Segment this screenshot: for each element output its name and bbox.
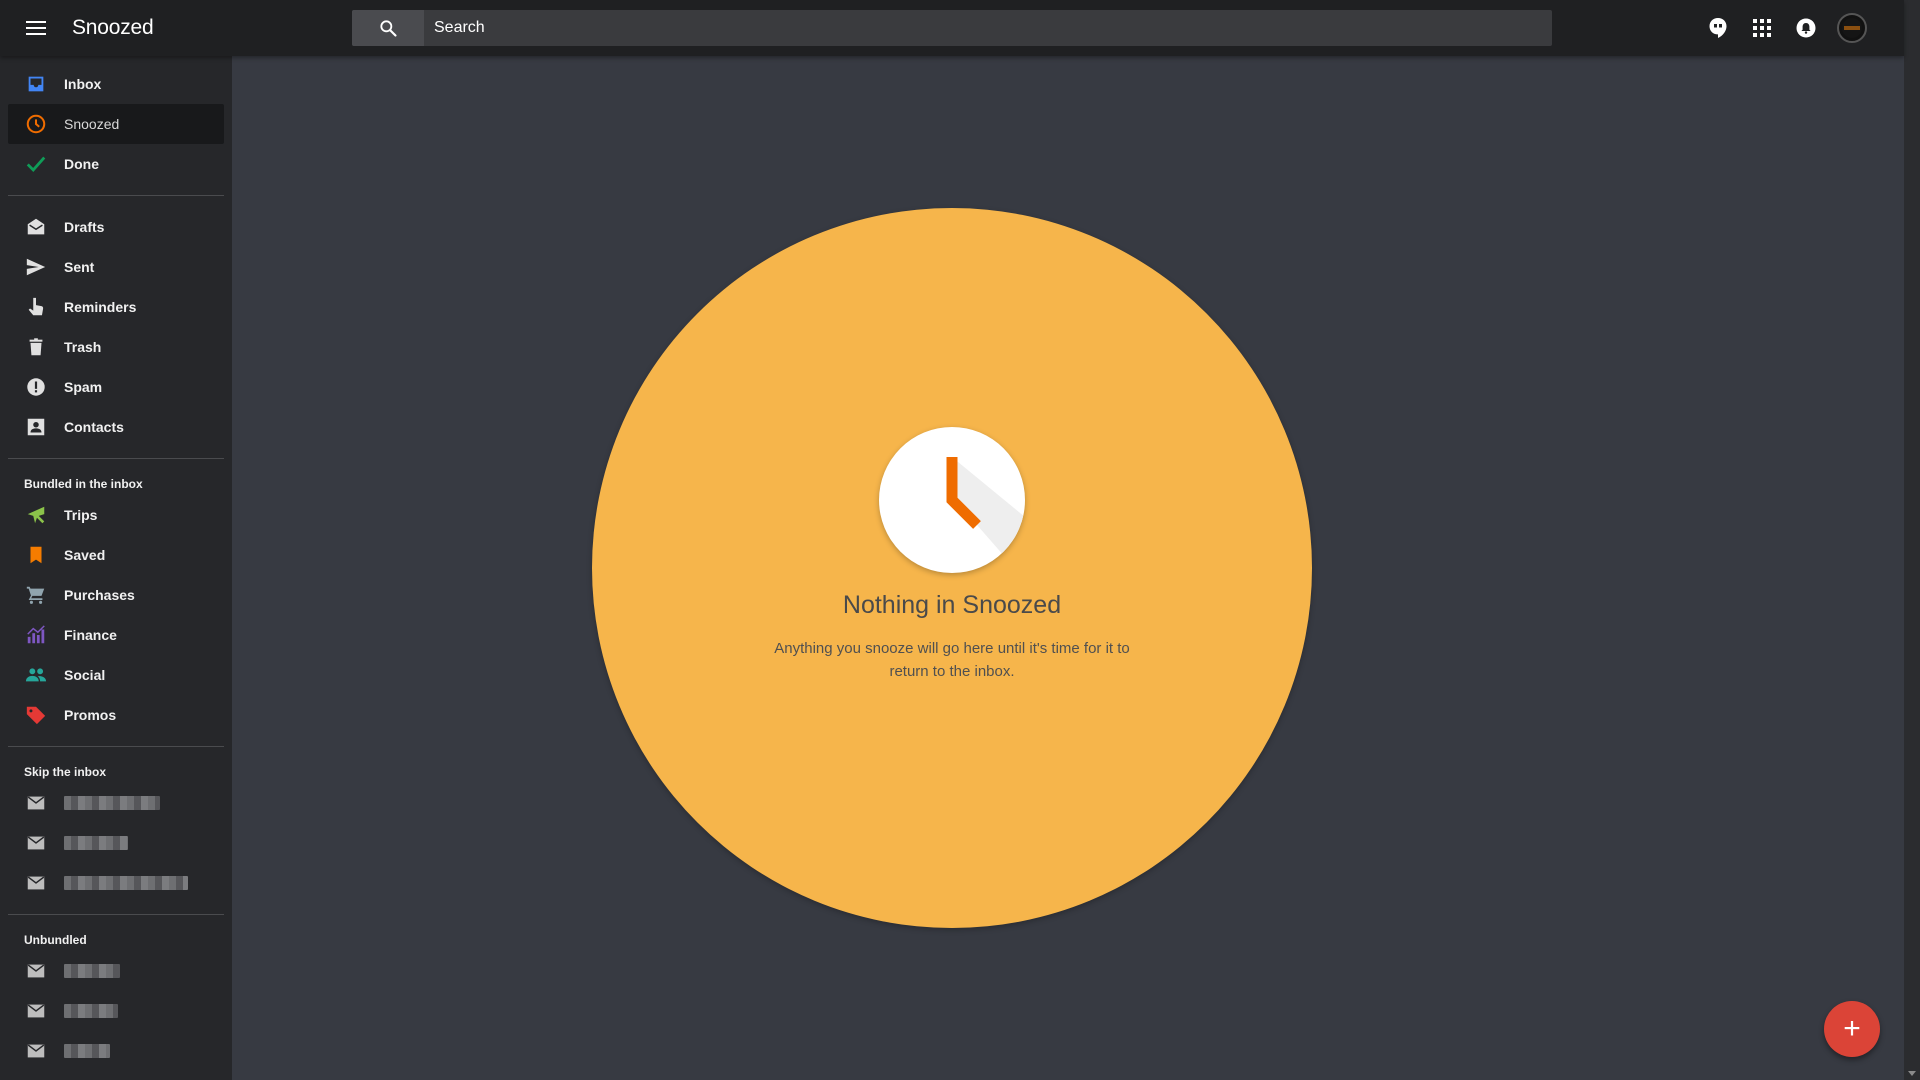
send-icon <box>8 247 64 287</box>
drafts-icon <box>8 207 64 247</box>
scrollbar[interactable] <box>1904 0 1920 1080</box>
sidebar-item-skip-label[interactable] <box>8 783 224 823</box>
empty-state-title: Nothing in Snoozed <box>842 591 1062 619</box>
spam-icon <box>8 367 64 407</box>
sidebar-item-label: Trips <box>64 507 98 523</box>
sidebar-item-trash[interactable]: Trash <box>8 327 224 367</box>
search-input[interactable] <box>424 10 1552 46</box>
sidebar-divider <box>8 914 224 915</box>
cart-icon <box>8 575 64 615</box>
notifications-button[interactable] <box>1784 0 1828 56</box>
page-title: Snoozed <box>72 16 154 39</box>
label-mail-icon <box>8 991 64 1031</box>
sidebar-item-drafts[interactable]: Drafts <box>8 207 224 247</box>
sidebar-divider <box>8 746 224 747</box>
sidebar-item-label: Done <box>64 156 99 172</box>
hangouts-icon <box>1709 18 1727 38</box>
sidebar-item-social[interactable]: Social <box>8 655 224 695</box>
sidebar-item-unbundled-label[interactable] <box>8 1031 224 1071</box>
sidebar-item-spam[interactable]: Spam <box>8 367 224 407</box>
account-button[interactable] <box>1828 0 1872 56</box>
label-mail-icon <box>8 863 64 903</box>
sidebar-item-reminders[interactable]: Reminders <box>8 287 224 327</box>
sidebar-item-purchases[interactable]: Purchases <box>8 575 224 615</box>
label-mail-icon <box>8 951 64 991</box>
main-menu-button[interactable] <box>0 0 72 56</box>
app-header: Snoozed <box>0 0 1904 56</box>
sidebar-item-label: Contacts <box>64 419 124 435</box>
sidebar-item-label: Inbox <box>64 76 102 92</box>
redacted-label <box>64 1004 118 1018</box>
sidebar-item-done[interactable]: Done <box>8 144 224 184</box>
search-bar <box>352 10 1552 46</box>
sidebar-item-unbundled-label[interactable] <box>8 951 224 991</box>
hangouts-button[interactable] <box>1696 0 1740 56</box>
avatar-image-icon <box>1842 18 1862 38</box>
compose-button[interactable]: + <box>1824 1001 1880 1057</box>
search-button[interactable] <box>352 10 424 46</box>
inbox-icon <box>8 64 64 104</box>
sidebar-divider <box>8 195 224 196</box>
tag-icon <box>8 695 64 735</box>
empty-state-clock <box>879 427 1025 573</box>
sidebar-item-snoozed[interactable]: Snoozed <box>8 104 224 144</box>
sidebar-item-label: Drafts <box>64 219 105 235</box>
sidebar-item-label: Promos <box>64 707 117 723</box>
sidebar-item-unbundled-label[interactable] <box>8 991 224 1031</box>
empty-state-description: Anything you snooze will go here until i… <box>774 640 1130 680</box>
sidebar-item-label: Sent <box>64 259 95 275</box>
plus-icon: + <box>1843 1012 1861 1045</box>
chart-icon <box>8 615 64 655</box>
redacted-label <box>64 1044 110 1058</box>
plane-icon <box>8 495 64 535</box>
clock-icon <box>8 104 64 144</box>
sidebar-divider <box>8 458 224 459</box>
redacted-label <box>64 876 188 890</box>
check-icon <box>8 144 64 184</box>
sidebar-item-label: Saved <box>64 547 106 563</box>
sidebar-item-label: Finance <box>64 627 117 643</box>
sidebar-item-saved[interactable]: Saved <box>8 535 224 575</box>
sidebar-item-trips[interactable]: Trips <box>8 495 224 535</box>
label-mail-icon <box>8 823 64 863</box>
bundled-section-label: Bundled in the inbox <box>24 477 143 491</box>
unbundled-section-label: Unbundled <box>24 933 87 947</box>
redacted-label <box>64 836 128 850</box>
sidebar-item-finance[interactable]: Finance <box>8 615 224 655</box>
sidebar: Inbox Snoozed Done Drafts Sent Reminders <box>0 56 232 1080</box>
sidebar-item-skip-label[interactable] <box>8 823 224 863</box>
sidebar-item-sent[interactable]: Sent <box>8 247 224 287</box>
label-mail-icon <box>8 783 64 823</box>
sidebar-item-contacts[interactable]: Contacts <box>8 407 224 447</box>
sidebar-item-promos[interactable]: Promos <box>8 695 224 735</box>
sidebar-item-label: Purchases <box>64 587 135 603</box>
bookmark-icon <box>8 535 64 575</box>
people-icon <box>8 655 64 695</box>
redacted-label <box>64 964 120 978</box>
avatar <box>1837 13 1867 43</box>
sidebar-item-inbox[interactable]: Inbox <box>8 64 224 104</box>
redacted-label <box>64 796 160 810</box>
skip-inbox-section-label: Skip the inbox <box>24 765 107 779</box>
sidebar-item-skip-label[interactable] <box>8 863 224 903</box>
sidebar-item-label: Social <box>64 667 106 683</box>
sidebar-item-label: Reminders <box>64 299 137 315</box>
snooze-clock-icon <box>946 457 1025 573</box>
apps-button[interactable] <box>1740 0 1784 56</box>
search-icon <box>380 20 397 37</box>
notifications-bell-icon <box>1796 18 1816 38</box>
contacts-icon <box>8 407 64 447</box>
apps-grid-icon <box>1753 19 1771 37</box>
sidebar-item-label: Spam <box>64 379 103 395</box>
label-mail-icon <box>8 1031 64 1071</box>
reminder-hand-icon <box>8 287 64 327</box>
header-actions <box>1696 0 1872 56</box>
sidebar-item-label: Trash <box>64 339 102 355</box>
scroll-down-arrow-icon[interactable] <box>1908 1071 1916 1076</box>
trash-icon <box>8 327 64 367</box>
hamburger-menu-icon <box>26 21 46 35</box>
sidebar-item-label: Snoozed <box>64 116 120 132</box>
